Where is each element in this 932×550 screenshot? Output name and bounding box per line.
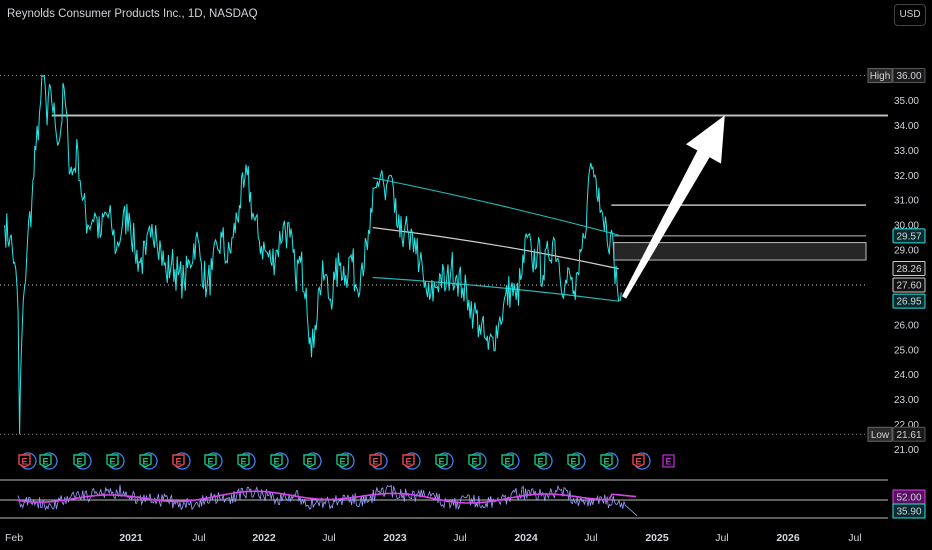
earnings-letter: E bbox=[438, 457, 444, 467]
badge-value: 26.95 bbox=[896, 297, 921, 308]
time-axis-label: Jul bbox=[192, 532, 205, 544]
price-chart[interactable]: 35.0034.0033.0032.0031.0030.0029.0027.00… bbox=[0, 0, 932, 550]
badge-value: 28.26 bbox=[896, 264, 921, 275]
earnings-letter: E bbox=[570, 457, 576, 467]
earnings-marker[interactable]: E bbox=[18, 452, 37, 470]
earnings-letter: E bbox=[635, 457, 641, 467]
price-axis-label: 26.00 bbox=[894, 320, 919, 331]
earnings-marker[interactable]: E bbox=[237, 452, 256, 470]
badge-tag: Low bbox=[871, 430, 890, 441]
price-axis-label: 23.00 bbox=[894, 395, 919, 406]
earnings-letter: E bbox=[207, 457, 213, 467]
time-axis-label: Jul bbox=[848, 532, 861, 544]
badge-value: 29.57 bbox=[896, 231, 921, 242]
earnings-letter: E bbox=[372, 457, 378, 467]
earnings-letter: E bbox=[537, 457, 543, 467]
price-axis-label: 33.00 bbox=[894, 146, 919, 157]
earnings-letter: E bbox=[109, 457, 115, 467]
earnings-letter: E bbox=[273, 457, 279, 467]
earnings-letter: E bbox=[405, 457, 411, 467]
earnings-marker[interactable]: E bbox=[39, 452, 58, 470]
price-line[interactable] bbox=[4, 74, 622, 435]
badge-value: 21.61 bbox=[896, 430, 921, 441]
earnings-letter: E bbox=[339, 457, 345, 467]
badge-value: 27.60 bbox=[896, 280, 921, 291]
earnings-letter: E bbox=[76, 457, 82, 467]
time-axis-label: Jul bbox=[584, 532, 597, 544]
earnings-marker[interactable]: E bbox=[632, 452, 651, 470]
badge-tag: High bbox=[870, 71, 891, 82]
earnings-letter: E bbox=[471, 457, 477, 467]
earnings-marker[interactable]: E bbox=[303, 452, 322, 470]
channel-upper bbox=[372, 177, 619, 236]
price-axis-label: 29.00 bbox=[894, 246, 919, 257]
price-axis-label: 25.00 bbox=[894, 345, 919, 356]
earnings-marker[interactable]: E bbox=[600, 452, 619, 470]
earnings-letter: E bbox=[665, 457, 671, 467]
earnings-marker[interactable]: E bbox=[172, 452, 191, 470]
price-badge-36-00: 36.00 High bbox=[867, 68, 926, 84]
chart-window: Reynolds Consumer Products Inc., 1D, NAS… bbox=[0, 0, 932, 550]
rsi-badge-value: 35.90 bbox=[896, 507, 921, 518]
projection-arrow bbox=[622, 115, 725, 299]
earnings-marker[interactable]: E bbox=[468, 452, 487, 470]
price-axis-label: 35.00 bbox=[894, 96, 919, 107]
time-axis-label: 2024 bbox=[514, 532, 538, 544]
price-axis-label: 21.00 bbox=[894, 445, 919, 456]
price-axis-label: 32.00 bbox=[894, 171, 919, 182]
earnings-letter: E bbox=[240, 457, 246, 467]
earnings-marker[interactable]: E bbox=[567, 452, 586, 470]
time-axis-label: Jul bbox=[453, 532, 466, 544]
price-badge-21-61: 21.61 Low bbox=[867, 426, 926, 442]
earnings-letter: E bbox=[42, 457, 48, 467]
rsi-badge-value: 52.00 bbox=[896, 493, 921, 504]
earnings-marker[interactable]: E bbox=[336, 452, 355, 470]
time-axis-label: Feb bbox=[5, 532, 23, 544]
earnings-marker[interactable]: E bbox=[270, 452, 289, 470]
earnings-marker[interactable]: E bbox=[73, 452, 92, 470]
time-axis-label: 2021 bbox=[119, 532, 143, 544]
price-badge-29-57: 29.57 bbox=[892, 228, 926, 244]
earnings-letter: E bbox=[306, 457, 312, 467]
earnings-marker[interactable]: E bbox=[662, 454, 675, 468]
earnings-letter: E bbox=[603, 457, 609, 467]
earnings-letter: E bbox=[142, 457, 148, 467]
earnings-marker[interactable]: E bbox=[534, 452, 553, 470]
earnings-letter: E bbox=[175, 457, 181, 467]
price-badge-27-60: 27.60 bbox=[892, 277, 926, 293]
rsi-badge: 52.00 bbox=[892, 489, 926, 505]
earnings-marker[interactable]: E bbox=[204, 452, 223, 470]
price-axis-label: 31.00 bbox=[894, 196, 919, 207]
time-axis-label: 2026 bbox=[776, 532, 800, 544]
time-axis-label: 2022 bbox=[252, 532, 276, 544]
earnings-marker[interactable]: E bbox=[402, 452, 421, 470]
price-badge-26-95: 26.95 bbox=[892, 293, 926, 309]
earnings-marker[interactable]: E bbox=[106, 452, 125, 470]
time-axis-label: 2025 bbox=[645, 532, 669, 544]
time-axis-label: Jul bbox=[715, 532, 728, 544]
rsi-badge: 35.90 bbox=[892, 503, 926, 519]
earnings-marker[interactable]: E bbox=[435, 452, 454, 470]
earnings-letter: E bbox=[21, 457, 27, 467]
earnings-marker[interactable]: E bbox=[501, 452, 520, 470]
price-axis-label: 34.00 bbox=[894, 121, 919, 132]
earnings-marker[interactable]: E bbox=[369, 452, 388, 470]
price-axis-label: 24.00 bbox=[894, 370, 919, 381]
badge-value: 36.00 bbox=[896, 71, 921, 82]
earnings-letter: E bbox=[504, 457, 510, 467]
time-axis-label: Jul bbox=[322, 532, 335, 544]
channel-lower bbox=[372, 276, 619, 302]
time-axis-label: 2023 bbox=[383, 532, 407, 544]
price-badge-28-26: 28.26 bbox=[892, 261, 926, 277]
earnings-marker[interactable]: E bbox=[139, 452, 158, 470]
